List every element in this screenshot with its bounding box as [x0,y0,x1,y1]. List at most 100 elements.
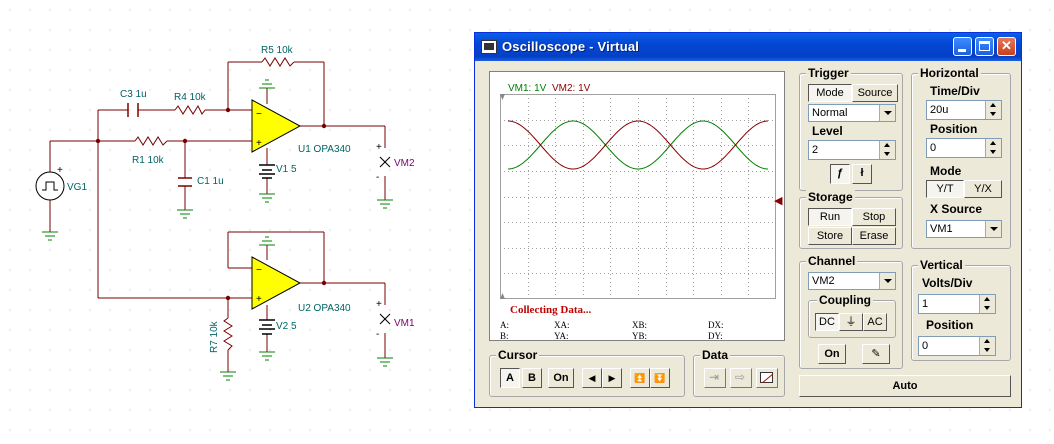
export-icon: ⇨ [735,370,746,384]
store-button[interactable]: Store [808,227,852,245]
spin-up-icon[interactable] [879,141,895,150]
trigger-level-spinner[interactable]: 2 [808,140,896,160]
spin-down-icon[interactable] [985,148,1001,157]
horizontal-position-label: Position [930,122,978,136]
label-v1: V1 5 [276,164,297,175]
run-button[interactable]: Run [808,208,852,226]
legend-vm1: VM1: 1V [508,83,547,94]
cursor-group: Cursor A B On ◀ ▶ ⏫ ⏬ [489,348,685,397]
channel-on-button[interactable]: On [818,344,846,364]
trigger-mode-value: Normal [812,107,848,119]
channel-group: Channel VM2 Coupling DC ⏚ AC On ✎ [799,254,903,369]
cursor-on-button[interactable]: On [548,368,574,388]
cursor-down-button[interactable]: ⏬ [650,368,670,388]
coupling-gnd-button[interactable]: ⏚ [839,313,863,331]
opamp-u2: −+ [251,256,302,310]
cursor-left-button[interactable]: ◀ [582,368,602,388]
status-text: Collecting Data... [510,304,592,316]
timediv-spinner[interactable]: 20u [926,100,1002,120]
spin-up-icon[interactable] [985,139,1001,148]
ground-icon: ⏚ [845,316,857,328]
storage-title: Storage [806,190,855,204]
title-bar[interactable]: Oscilloscope - Virtual [475,33,1021,61]
clear-data-button[interactable] [756,368,778,388]
trigger-group: Trigger Mode Source Normal Level 2 ƒ ł [799,66,903,191]
cursor-a-button[interactable]: A [500,368,520,388]
trigger-level-value: 2 [812,144,819,156]
svg-text:-: - [376,172,379,183]
voltsdiv-spinner[interactable]: 1 [918,294,996,314]
svg-text:+: + [376,142,382,153]
svg-text:+: + [256,138,262,149]
timediv-label: Time/Div [930,84,980,98]
spin-up-icon[interactable] [979,337,995,346]
vertical-position-value: 0 [922,340,929,352]
readout-ya: YA: [554,331,569,341]
arrow-up-bar-icon: ⏫ [634,373,646,383]
spin-down-icon[interactable] [979,346,995,355]
stop-button[interactable]: Stop [852,208,896,226]
coupling-ac-button[interactable]: AC [863,313,887,331]
horizontal-group: Horizontal Time/Div 20u Position 0 Mode … [911,66,1011,249]
trigger-source-button[interactable]: Source [852,84,898,102]
arrow-down-bar-icon: ⏬ [654,373,666,383]
import-data-button[interactable]: ⇥ [704,368,726,388]
xsource-value: VM1 [930,223,953,235]
cursor-up-button[interactable]: ⏫ [630,368,650,388]
cursor-right-button[interactable]: ▶ [602,368,622,388]
label-r5: R5 10k [261,45,294,56]
voltsdiv-value: 1 [922,298,929,310]
horizontal-mode-label: Mode [930,164,962,178]
readout-yb: YB: [632,331,648,341]
arrow-right-icon: ▶ [608,373,616,383]
svg-text:+: + [256,294,262,305]
trigger-mode-select[interactable]: Normal [808,104,896,122]
spin-up-icon[interactable] [979,295,995,304]
label-vm1: VM1 [394,318,415,329]
trigger-mode-button[interactable]: Mode [808,84,852,102]
label-u2: U2 OPA340 [298,303,351,314]
trigger-title: Trigger [806,66,851,80]
svg-text:−: − [256,109,262,120]
cursor-title: Cursor [496,348,540,362]
coupling-title: Coupling [817,293,873,307]
minimize-button[interactable] [953,37,972,56]
channel-value: VM2 [812,275,835,287]
chevron-down-icon [985,221,1001,237]
svg-text:+: + [376,299,382,310]
readout-a: A: [500,320,509,330]
export-data-button[interactable]: ⇨ [730,368,752,388]
label-vm2: VM2 [394,158,415,169]
readout-xb: XB: [632,320,648,330]
readout-dy: DY: [708,331,723,341]
channel-select[interactable]: VM2 [808,272,896,290]
spin-down-icon[interactable] [879,150,895,159]
resistor-r5 [261,57,295,67]
timediv-value: 20u [930,104,949,116]
cursor-b-button[interactable]: B [522,368,542,388]
mode-yt-button[interactable]: Y/T [926,180,964,198]
opamp-u1: −+ [251,99,302,153]
spin-down-icon[interactable] [985,110,1001,119]
legend-vm2: VM2: 1V [552,83,591,94]
xsource-select[interactable]: VM1 [926,220,1002,238]
trigger-level-marker[interactable]: ◀ [774,194,782,207]
vertical-position-label: Position [926,318,974,332]
close-button[interactable] [997,37,1016,56]
oscilloscope-icon [481,40,497,54]
coupling-dc-button[interactable]: DC [815,313,839,331]
storage-group: Storage Run Stop Store Erase [799,190,903,249]
spin-down-icon[interactable] [979,304,995,313]
probe-color-button[interactable]: ✎ [862,344,890,364]
auto-button[interactable]: Auto [799,375,1011,397]
scope-display: VM1: 1V VM2: 1V ◀ Collecting Data... A: … [489,71,785,341]
spin-up-icon[interactable] [985,101,1001,110]
rising-edge-button[interactable]: ƒ [830,164,850,184]
rising-edge-icon: ƒ [836,167,844,179]
horizontal-position-spinner[interactable]: 0 [926,138,1002,158]
falling-edge-button[interactable]: ł [852,164,872,184]
mode-yx-button[interactable]: Y/X [964,180,1002,198]
vertical-position-spinner[interactable]: 0 [918,336,996,356]
erase-button[interactable]: Erase [852,227,896,245]
maximize-button[interactable] [975,37,994,56]
